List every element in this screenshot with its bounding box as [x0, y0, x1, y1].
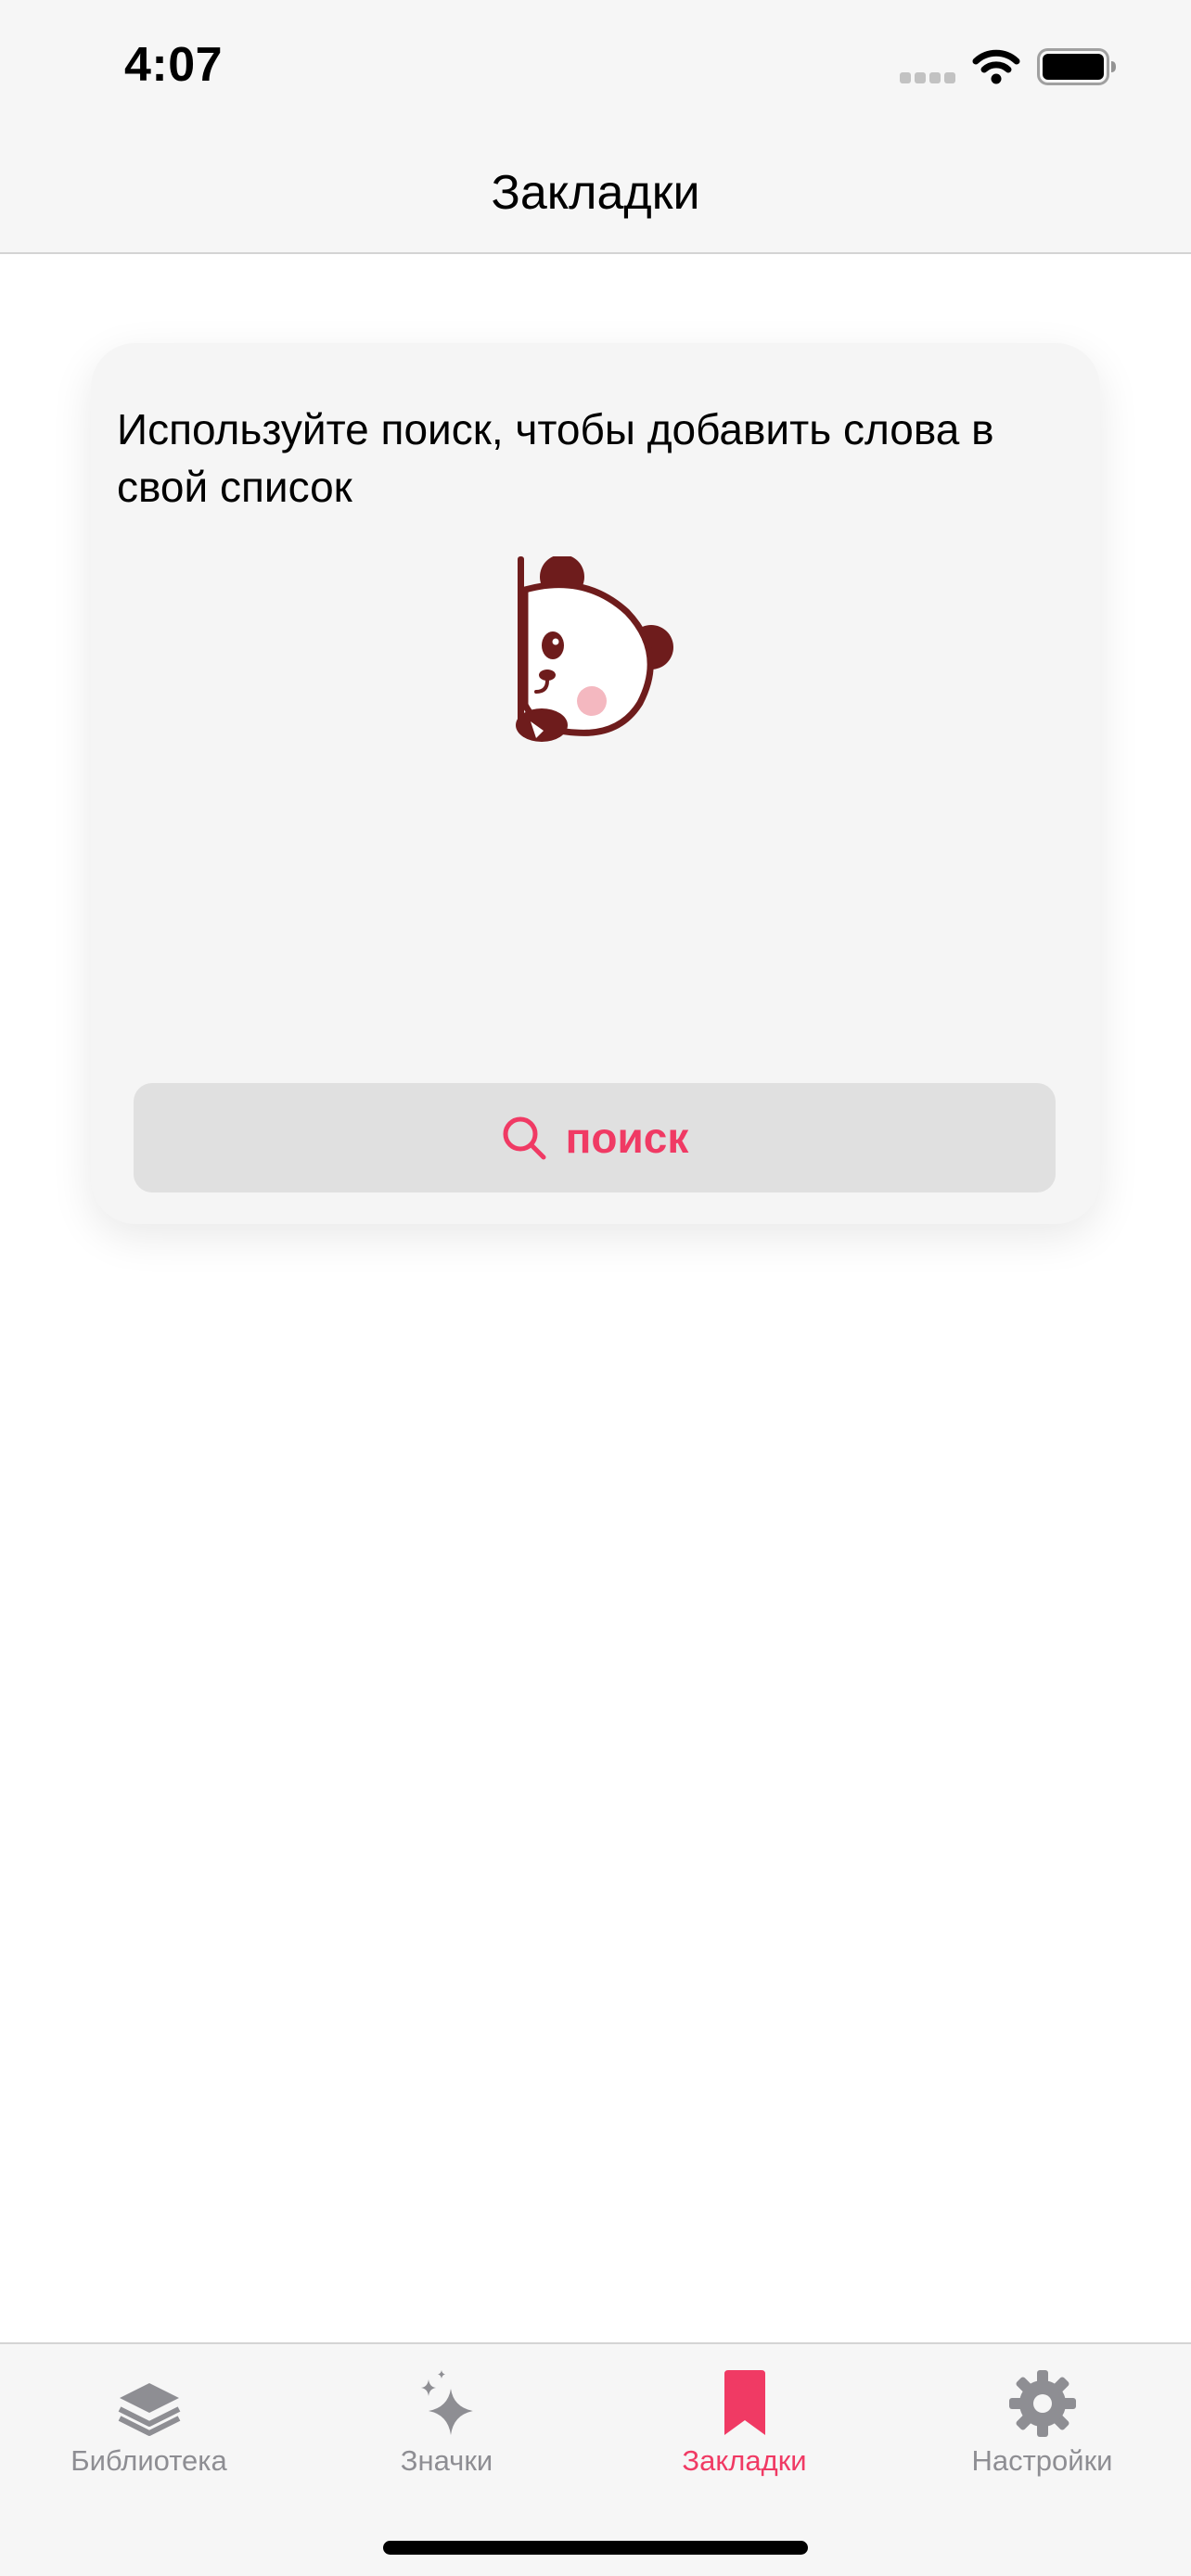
empty-state-message: Используйте поиск, чтобы добавить слова … [117, 405, 994, 511]
page-title: Закладки [491, 166, 700, 220]
tab-library[interactable]: Библиотека [0, 2344, 298, 2483]
tab-badges[interactable]: Значки [298, 2344, 596, 2483]
panda-mascot-illustration [516, 556, 673, 742]
cellular-signal-icon [900, 72, 955, 83]
battery-icon [1037, 48, 1116, 85]
status-time: 4:07 [124, 38, 224, 92]
tab-label: Значки [400, 2444, 493, 2477]
sparkles-icon [414, 2370, 480, 2437]
tab-bookmarks[interactable]: Закладки [596, 2344, 893, 2483]
stack-icon [116, 2370, 183, 2437]
tab-label: Настройки [971, 2444, 1113, 2477]
search-button[interactable]: поиск [134, 1083, 1056, 1192]
search-icon [501, 1115, 547, 1161]
tab-label: Закладки [682, 2444, 807, 2477]
navigation-bar: Закладки [0, 139, 1191, 254]
wifi-icon [972, 49, 1020, 84]
empty-state-card: Используйте поиск, чтобы добавить слова … [91, 343, 1100, 1224]
bookmark-icon [711, 2370, 778, 2437]
home-indicator [383, 2541, 808, 2555]
status-bar: 4:07 [0, 0, 1191, 139]
gear-icon [1008, 2370, 1076, 2437]
search-button-label: поиск [565, 1114, 689, 1162]
tab-label: Библиотека [70, 2444, 227, 2477]
tab-settings[interactable]: Настройки [893, 2344, 1191, 2483]
